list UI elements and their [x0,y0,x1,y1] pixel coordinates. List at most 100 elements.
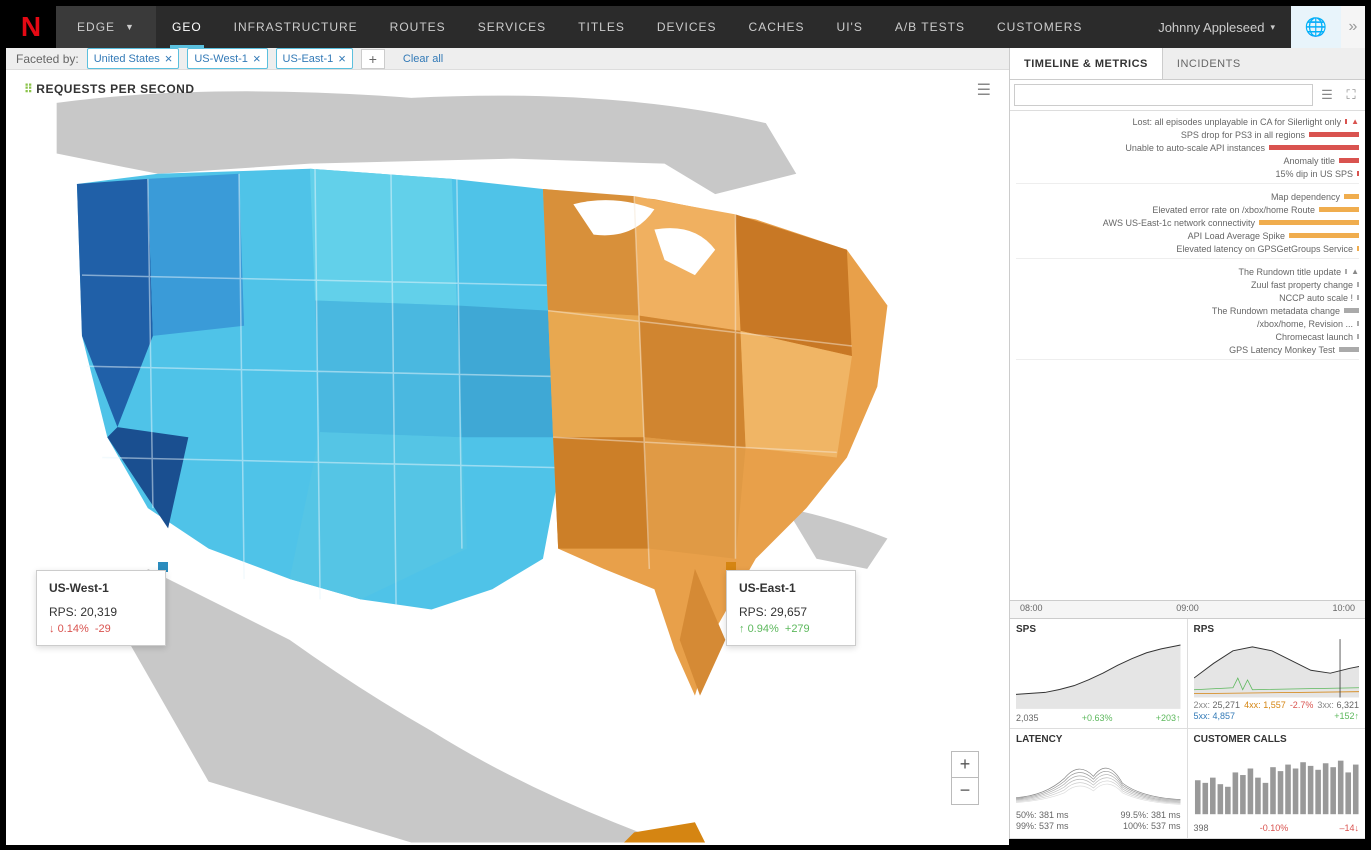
timeline-bar [1357,282,1359,287]
timeline-row[interactable]: Elevated error rate on /xbox/home Route [1016,203,1359,216]
timeline-bar [1345,269,1347,274]
chevron-down-icon: ▾ [1270,22,1275,33]
logo: N [6,6,56,48]
time-axis: 08:00 09:00 10:00 [1010,600,1365,618]
timeline-label: SPS drop for PS3 in all regions [1016,130,1305,140]
timeline-bar [1345,119,1347,124]
menu-icon: ☰ [977,82,991,99]
expand-button[interactable]: ⛶ [1341,85,1361,105]
timeline-row[interactable]: GPS Latency Monkey Test [1016,343,1359,356]
close-icon[interactable]: × [253,51,261,66]
region-west[interactable] [77,169,558,610]
map-title: ⠿REQUESTS PER SECOND [24,82,195,96]
map-area[interactable]: ⠿REQUESTS PER SECOND ☰ [6,70,1009,845]
edge-dropdown[interactable]: EDGE ▼ [56,6,156,48]
region-name: US-East-1 [739,581,843,595]
region-rps: RPS: 20,319 [49,605,153,619]
nav-abtests[interactable]: A/B TESTS [879,6,981,48]
timeline-bar [1259,220,1359,225]
timeline-bar [1269,145,1359,150]
timeline-row[interactable]: Anomaly title [1016,154,1359,167]
user-menu[interactable]: Johnny Appleseed ▾ [1142,6,1291,48]
timeline-bar [1339,347,1359,352]
nav-infrastructure[interactable]: INFRASTRUCTURE [218,6,374,48]
timeline-row[interactable]: 15% dip in US SPS [1016,167,1359,180]
facet-chip-east[interactable]: US-East-1× [276,48,353,69]
timeline-label: Unable to auto-scale API instances [1016,143,1265,153]
tab-timeline[interactable]: TIMELINE & METRICS [1010,48,1163,79]
chart-latency[interactable]: LATENCY 50%: 381 ms 99.5%: 381 ms 99%: 5… [1010,729,1188,839]
timeline-label: Elevated error rate on /xbox/home Route [1016,205,1315,215]
map-menu-button[interactable]: ☰ [977,80,991,100]
zoom-in-button[interactable]: + [952,752,978,778]
marker-icon: ▲ [1351,117,1359,126]
expand-button[interactable]: » [1341,6,1365,48]
clear-all-link[interactable]: Clear all [403,53,443,65]
timeline-bar [1344,194,1359,199]
facet-chip-west[interactable]: US-West-1× [187,48,267,69]
nav-titles[interactable]: TITLES [562,6,641,48]
timeline-group-warning: Map dependency Elevated error rate on /xb… [1016,190,1359,259]
region-card-west[interactable]: US-West-1 RPS: 20,319 ↓ 0.14% -29 [36,570,166,646]
edge-label: EDGE [77,20,115,34]
timeline-row[interactable]: The Rundown metadata change [1016,304,1359,317]
timeline-row[interactable]: /xbox/home, Revision ... [1016,317,1359,330]
timeline-row[interactable]: Lost: all episodes unplayable in CA for … [1016,115,1359,128]
add-facet-button[interactable]: + [361,49,385,69]
nav-devices[interactable]: DEVICES [641,6,733,48]
time-tick: 10:00 [1332,603,1355,616]
region-delta: ↓ 0.14% -29 [49,623,153,635]
region-card-east[interactable]: US-East-1 RPS: 29,657 ↑ 0.94% +279 [726,570,856,646]
time-tick: 08:00 [1020,603,1043,616]
chevron-right-icon: » [1349,18,1358,36]
nav-geo[interactable]: GEO [156,6,218,48]
timeline-label: Chromecast launch [1016,332,1353,342]
list-icon: ☰ [1321,87,1333,103]
timeline-label: GPS Latency Monkey Test [1016,345,1335,355]
timeline-row[interactable]: SPS drop for PS3 in all regions [1016,128,1359,141]
region-name: US-West-1 [49,581,153,595]
search-input[interactable] [1014,84,1313,106]
timeline-group-critical: Lost: all episodes unplayable in CA for … [1016,115,1359,184]
timeline[interactable]: Lost: all episodes unplayable in CA for … [1010,111,1365,600]
timeline-row[interactable]: Chromecast launch [1016,330,1359,343]
nav-customers[interactable]: CUSTOMERS [981,6,1098,48]
timeline-row[interactable]: Map dependency [1016,190,1359,203]
chevron-down-icon: ▼ [125,22,135,32]
nav-services[interactable]: SERVICES [462,6,562,48]
timeline-bar [1289,233,1359,238]
tab-incidents[interactable]: INCIDENTS [1163,48,1255,79]
chart-calls[interactable]: CUSTOMER CALLS 398-0.10%–14↓ [1188,729,1366,839]
timeline-row[interactable]: API Load Average Spike [1016,229,1359,242]
nav-uis[interactable]: UI'S [821,6,879,48]
timeline-label: Anomaly title [1016,156,1335,166]
timeline-label: /xbox/home, Revision ... [1016,319,1353,329]
us-map[interactable] [6,70,1009,845]
timeline-row[interactable]: Elevated latency on GPSGetGroups Service [1016,242,1359,255]
timeline-bar [1357,321,1359,326]
timeline-label: The Rundown title update [1016,267,1341,277]
timeline-label: Map dependency [1016,192,1340,202]
zoom-out-button[interactable]: − [952,778,978,804]
nav: GEO INFRASTRUCTURE ROUTES SERVICES TITLE… [156,6,1098,48]
timeline-bar [1357,171,1359,176]
nav-routes[interactable]: ROUTES [374,6,462,48]
timeline-row[interactable]: NCCP auto scale ! [1016,291,1359,304]
timeline-group-info: The Rundown title update▲Zuul fast prope… [1016,265,1359,360]
facet-chip-us[interactable]: United States× [87,48,180,69]
timeline-row[interactable]: Zuul fast property change [1016,278,1359,291]
close-icon[interactable]: × [338,51,346,66]
timeline-label: NCCP auto scale ! [1016,293,1353,303]
nav-caches[interactable]: CACHES [733,6,821,48]
timeline-bar [1357,246,1359,251]
timeline-row[interactable]: AWS US-East-1c network connectivity [1016,216,1359,229]
list-view-button[interactable]: ☰ [1317,85,1337,105]
timeline-row[interactable]: Unable to auto-scale API instances [1016,141,1359,154]
chart-sps[interactable]: SPS 2,035+0.63%+203↑ [1010,619,1188,729]
region-rps: RPS: 29,657 [739,605,843,619]
timeline-row[interactable]: The Rundown title update▲ [1016,265,1359,278]
chart-rps[interactable]: RPS 2xx: 25,271 4xx: 1,557 -2.7% 3xx: 6,… [1188,619,1366,729]
close-icon[interactable]: × [165,51,173,66]
drag-icon: ⠿ [24,82,33,96]
globe-button[interactable]: 🌐 [1291,6,1341,48]
